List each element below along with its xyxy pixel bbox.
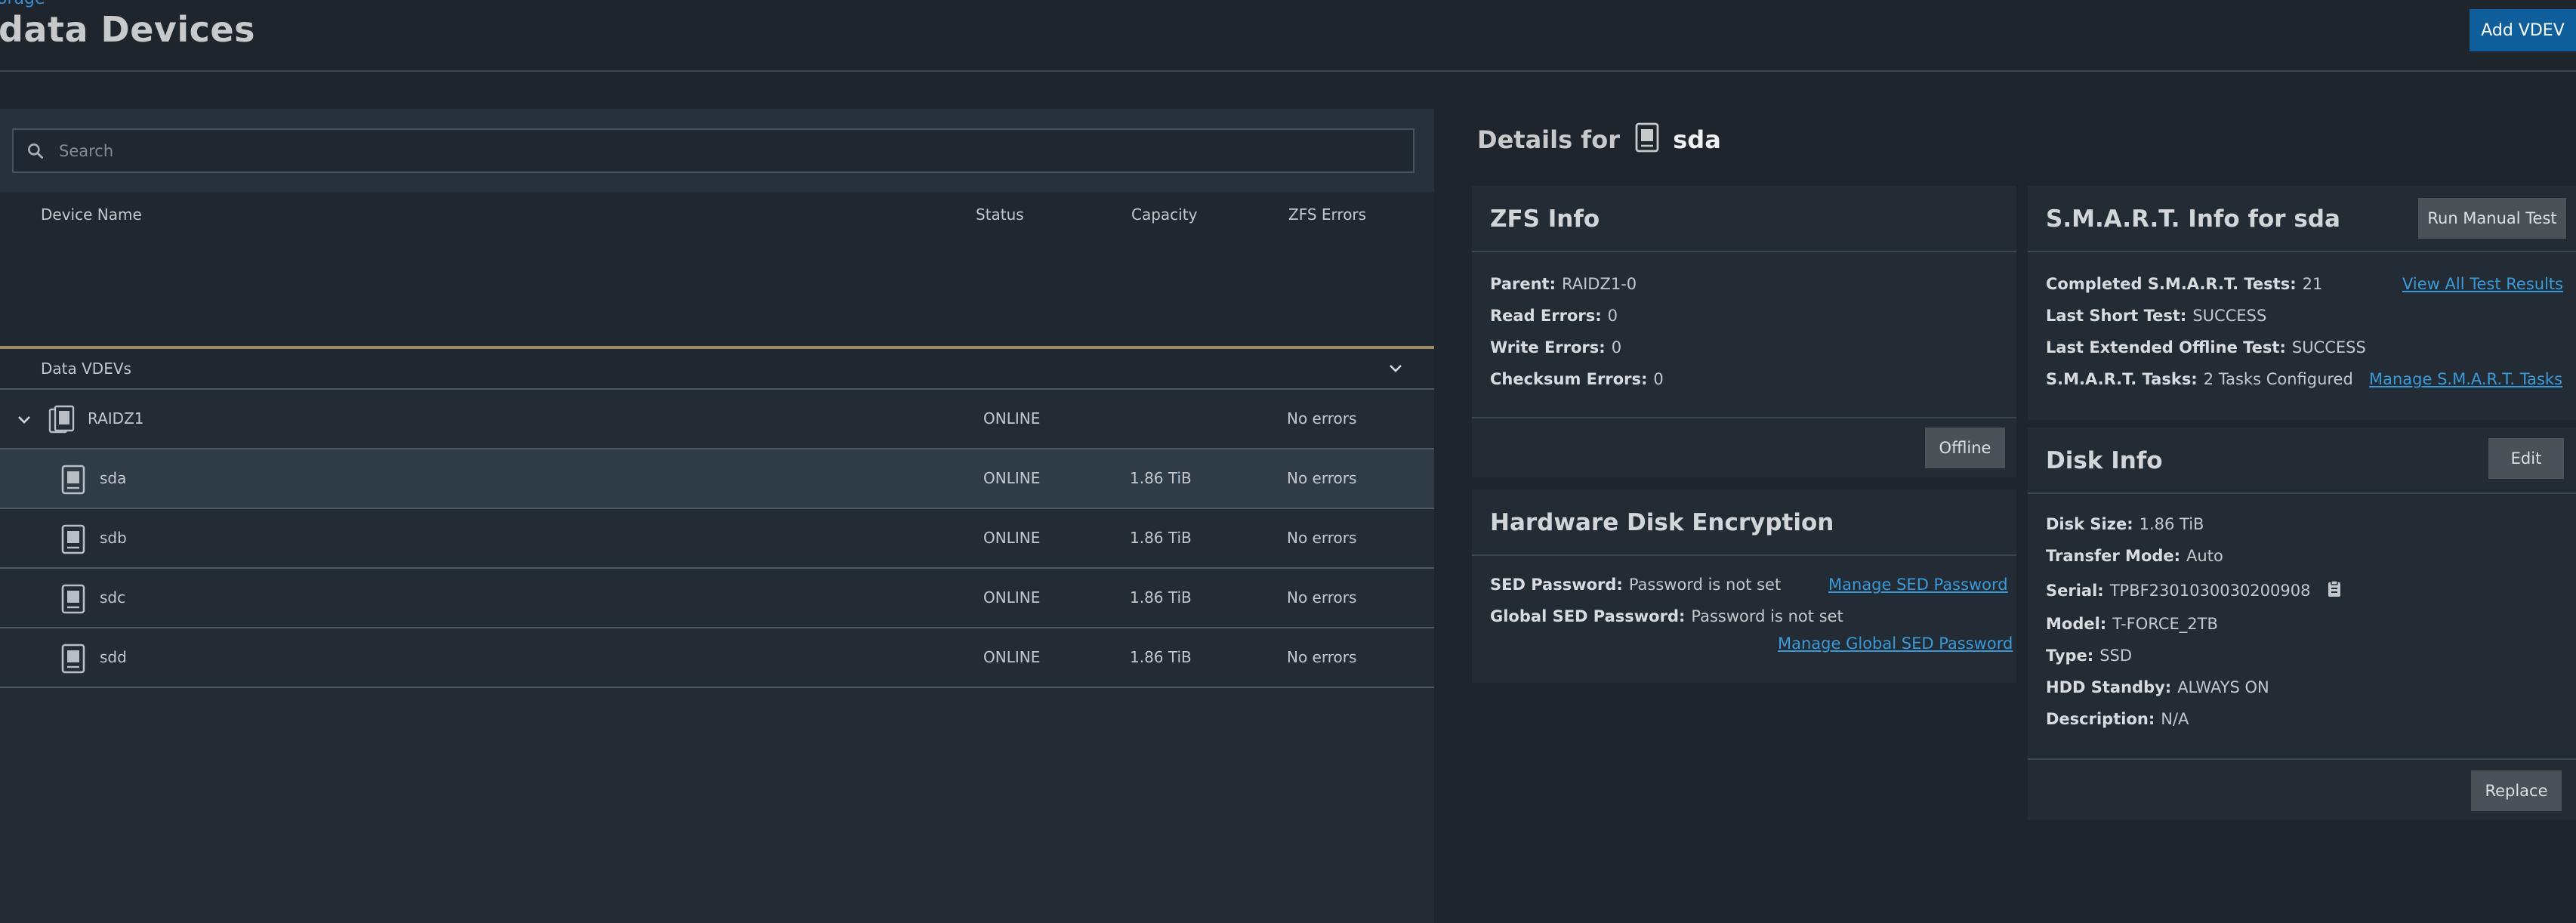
disk-capacity: 1.86 TiB xyxy=(1130,648,1192,666)
breadcrumb[interactable]: orage xyxy=(0,0,45,8)
manage-sed-password-link[interactable]: Manage SED Password xyxy=(1828,576,2008,594)
header-divider xyxy=(0,70,2576,72)
vdev-status: ONLINE xyxy=(983,409,1041,428)
replace-button[interactable]: Replace xyxy=(2471,770,2562,811)
zfs-info-card: ZFS Info Parent: RAIDZ1-0 Read Errors: 0 W… xyxy=(1472,186,2016,477)
disk-errors: No errors xyxy=(1287,469,1357,487)
disk-capacity: 1.86 TiB xyxy=(1130,588,1192,607)
card-divider xyxy=(1472,554,2016,556)
group-label: Data VDEVs xyxy=(41,360,131,378)
card-divider xyxy=(1472,417,2016,418)
last-short-test-field: Last Short Test: SUCCESS xyxy=(2046,307,2267,325)
devices-panel: Device Name Status Capacity ZFS Errors D… xyxy=(0,109,1434,923)
manage-global-sed-password-link[interactable]: Manage Global SED Password xyxy=(1778,634,2013,653)
disk-row-sda[interactable]: sda ONLINE 1.86 TiB No errors xyxy=(0,449,1434,509)
disk-size-field: Disk Size: 1.86 TiB xyxy=(2046,515,2204,533)
description-field: Description: N/A xyxy=(2046,710,2189,728)
column-capacity[interactable]: Capacity xyxy=(1131,205,1197,224)
disk-errors: No errors xyxy=(1287,648,1357,666)
disk-status: ONLINE xyxy=(983,469,1041,487)
chevron-down-icon[interactable] xyxy=(1387,360,1405,378)
write-errors-field: Write Errors: 0 xyxy=(1490,338,1622,357)
serial-field: Serial: TPBF2301030030200908 xyxy=(2046,580,2343,600)
column-status[interactable]: Status xyxy=(976,205,1024,224)
chevron-down-icon[interactable] xyxy=(15,411,33,429)
transfer-mode-field: Transfer Mode: Auto xyxy=(2046,547,2223,565)
parent-field: Parent: RAIDZ1-0 xyxy=(1490,275,1637,293)
edit-button[interactable]: Edit xyxy=(2488,438,2564,479)
vdev-errors: No errors xyxy=(1287,409,1357,428)
disk-icon xyxy=(61,584,85,614)
disk-errors: No errors xyxy=(1287,529,1357,547)
disk-row-sdd[interactable]: sdd ONLINE 1.86 TiB No errors xyxy=(0,628,1434,688)
search-box[interactable] xyxy=(12,128,1414,173)
disk-name: sdc xyxy=(100,588,126,607)
disk-capacity: 1.86 TiB xyxy=(1130,529,1192,547)
search-input[interactable] xyxy=(59,136,1388,166)
sed-password-field: SED Password: Password is not set xyxy=(1490,576,1782,594)
disk-name: sda xyxy=(100,469,127,487)
card-divider xyxy=(2028,251,2576,252)
card-title: ZFS Info xyxy=(1490,205,1600,233)
disk-status: ONLINE xyxy=(983,529,1041,547)
checksum-errors-field: Checksum Errors: 0 xyxy=(1490,370,1664,388)
details-disk-name: sda xyxy=(1673,125,1721,154)
clipboard-icon[interactable] xyxy=(2326,580,2343,598)
disk-icon xyxy=(61,644,85,674)
smart-info-card: S.M.A.R.T. Info for sda Run Manual Test … xyxy=(2028,186,2576,420)
disk-row-sdc[interactable]: sdc ONLINE 1.86 TiB No errors xyxy=(0,569,1434,628)
details-prefix: Details for xyxy=(1477,125,1620,154)
disk-status: ONLINE xyxy=(983,588,1041,607)
card-divider xyxy=(2028,492,2576,494)
column-device-name[interactable]: Device Name xyxy=(41,205,142,224)
details-title: Details for sda xyxy=(1477,122,1721,154)
disk-status: ONLINE xyxy=(983,648,1041,666)
disk-name: sdb xyxy=(100,529,127,547)
card-divider xyxy=(1472,251,2016,252)
type-field: Type: SSD xyxy=(2046,647,2133,665)
hdd-standby-field: HDD Standby: ALWAYS ON xyxy=(2046,678,2269,696)
card-title: Disk Info xyxy=(2046,447,2163,474)
disk-icon xyxy=(61,465,85,495)
read-errors-field: Read Errors: 0 xyxy=(1490,307,1618,325)
model-field: Model: T-FORCE_2TB xyxy=(2046,615,2218,633)
add-vdev-button[interactable]: Add VDEV xyxy=(2470,9,2576,51)
smart-tasks-field: S.M.A.R.T. Tasks: 2 Tasks Configured xyxy=(2046,370,2353,388)
search-bar xyxy=(0,109,1434,192)
encryption-card: Hardware Disk Encryption SED Password: Pa… xyxy=(1472,489,2016,683)
disk-icon xyxy=(61,524,85,554)
vdev-row-raidz1[interactable]: RAIDZ1 ONLINE No errors xyxy=(0,390,1434,449)
vdev-name: RAIDZ1 xyxy=(88,409,144,428)
disk-info-card: Disk Info Edit Disk Size: 1.86 TiB Transf… xyxy=(2028,428,2576,820)
last-extended-test-field: Last Extended Offline Test: SUCCESS xyxy=(2046,338,2366,357)
completed-tests-field: Completed S.M.A.R.T. Tests: 21 xyxy=(2046,275,2323,293)
column-zfs-errors[interactable]: ZFS Errors xyxy=(1288,205,1366,224)
card-title: S.M.A.R.T. Info for sda xyxy=(2046,205,2340,233)
disk-name: sdd xyxy=(100,648,127,666)
offline-button[interactable]: Offline xyxy=(1925,428,2005,468)
card-divider xyxy=(2028,758,2576,760)
disk-capacity: 1.86 TiB xyxy=(1130,469,1192,487)
disk-row-sdb[interactable]: sdb ONLINE 1.86 TiB No errors xyxy=(0,509,1434,569)
disk-errors: No errors xyxy=(1287,588,1357,607)
global-sed-password-field: Global SED Password: Password is not set xyxy=(1490,607,1843,625)
group-row-data-vdevs[interactable]: Data VDEVs xyxy=(0,349,1434,390)
disk-icon xyxy=(1634,122,1660,153)
vdev-icon xyxy=(48,405,75,434)
card-title: Hardware Disk Encryption xyxy=(1490,509,1834,536)
manage-smart-tasks-link[interactable]: Manage S.M.A.R.T. Tasks xyxy=(2369,370,2562,388)
run-manual-test-button[interactable]: Run Manual Test xyxy=(2418,198,2566,239)
view-all-test-results-link[interactable]: View All Test Results xyxy=(2402,275,2563,293)
table-header xyxy=(0,192,1434,346)
page-title: data Devices xyxy=(0,9,255,50)
search-icon xyxy=(28,144,44,159)
